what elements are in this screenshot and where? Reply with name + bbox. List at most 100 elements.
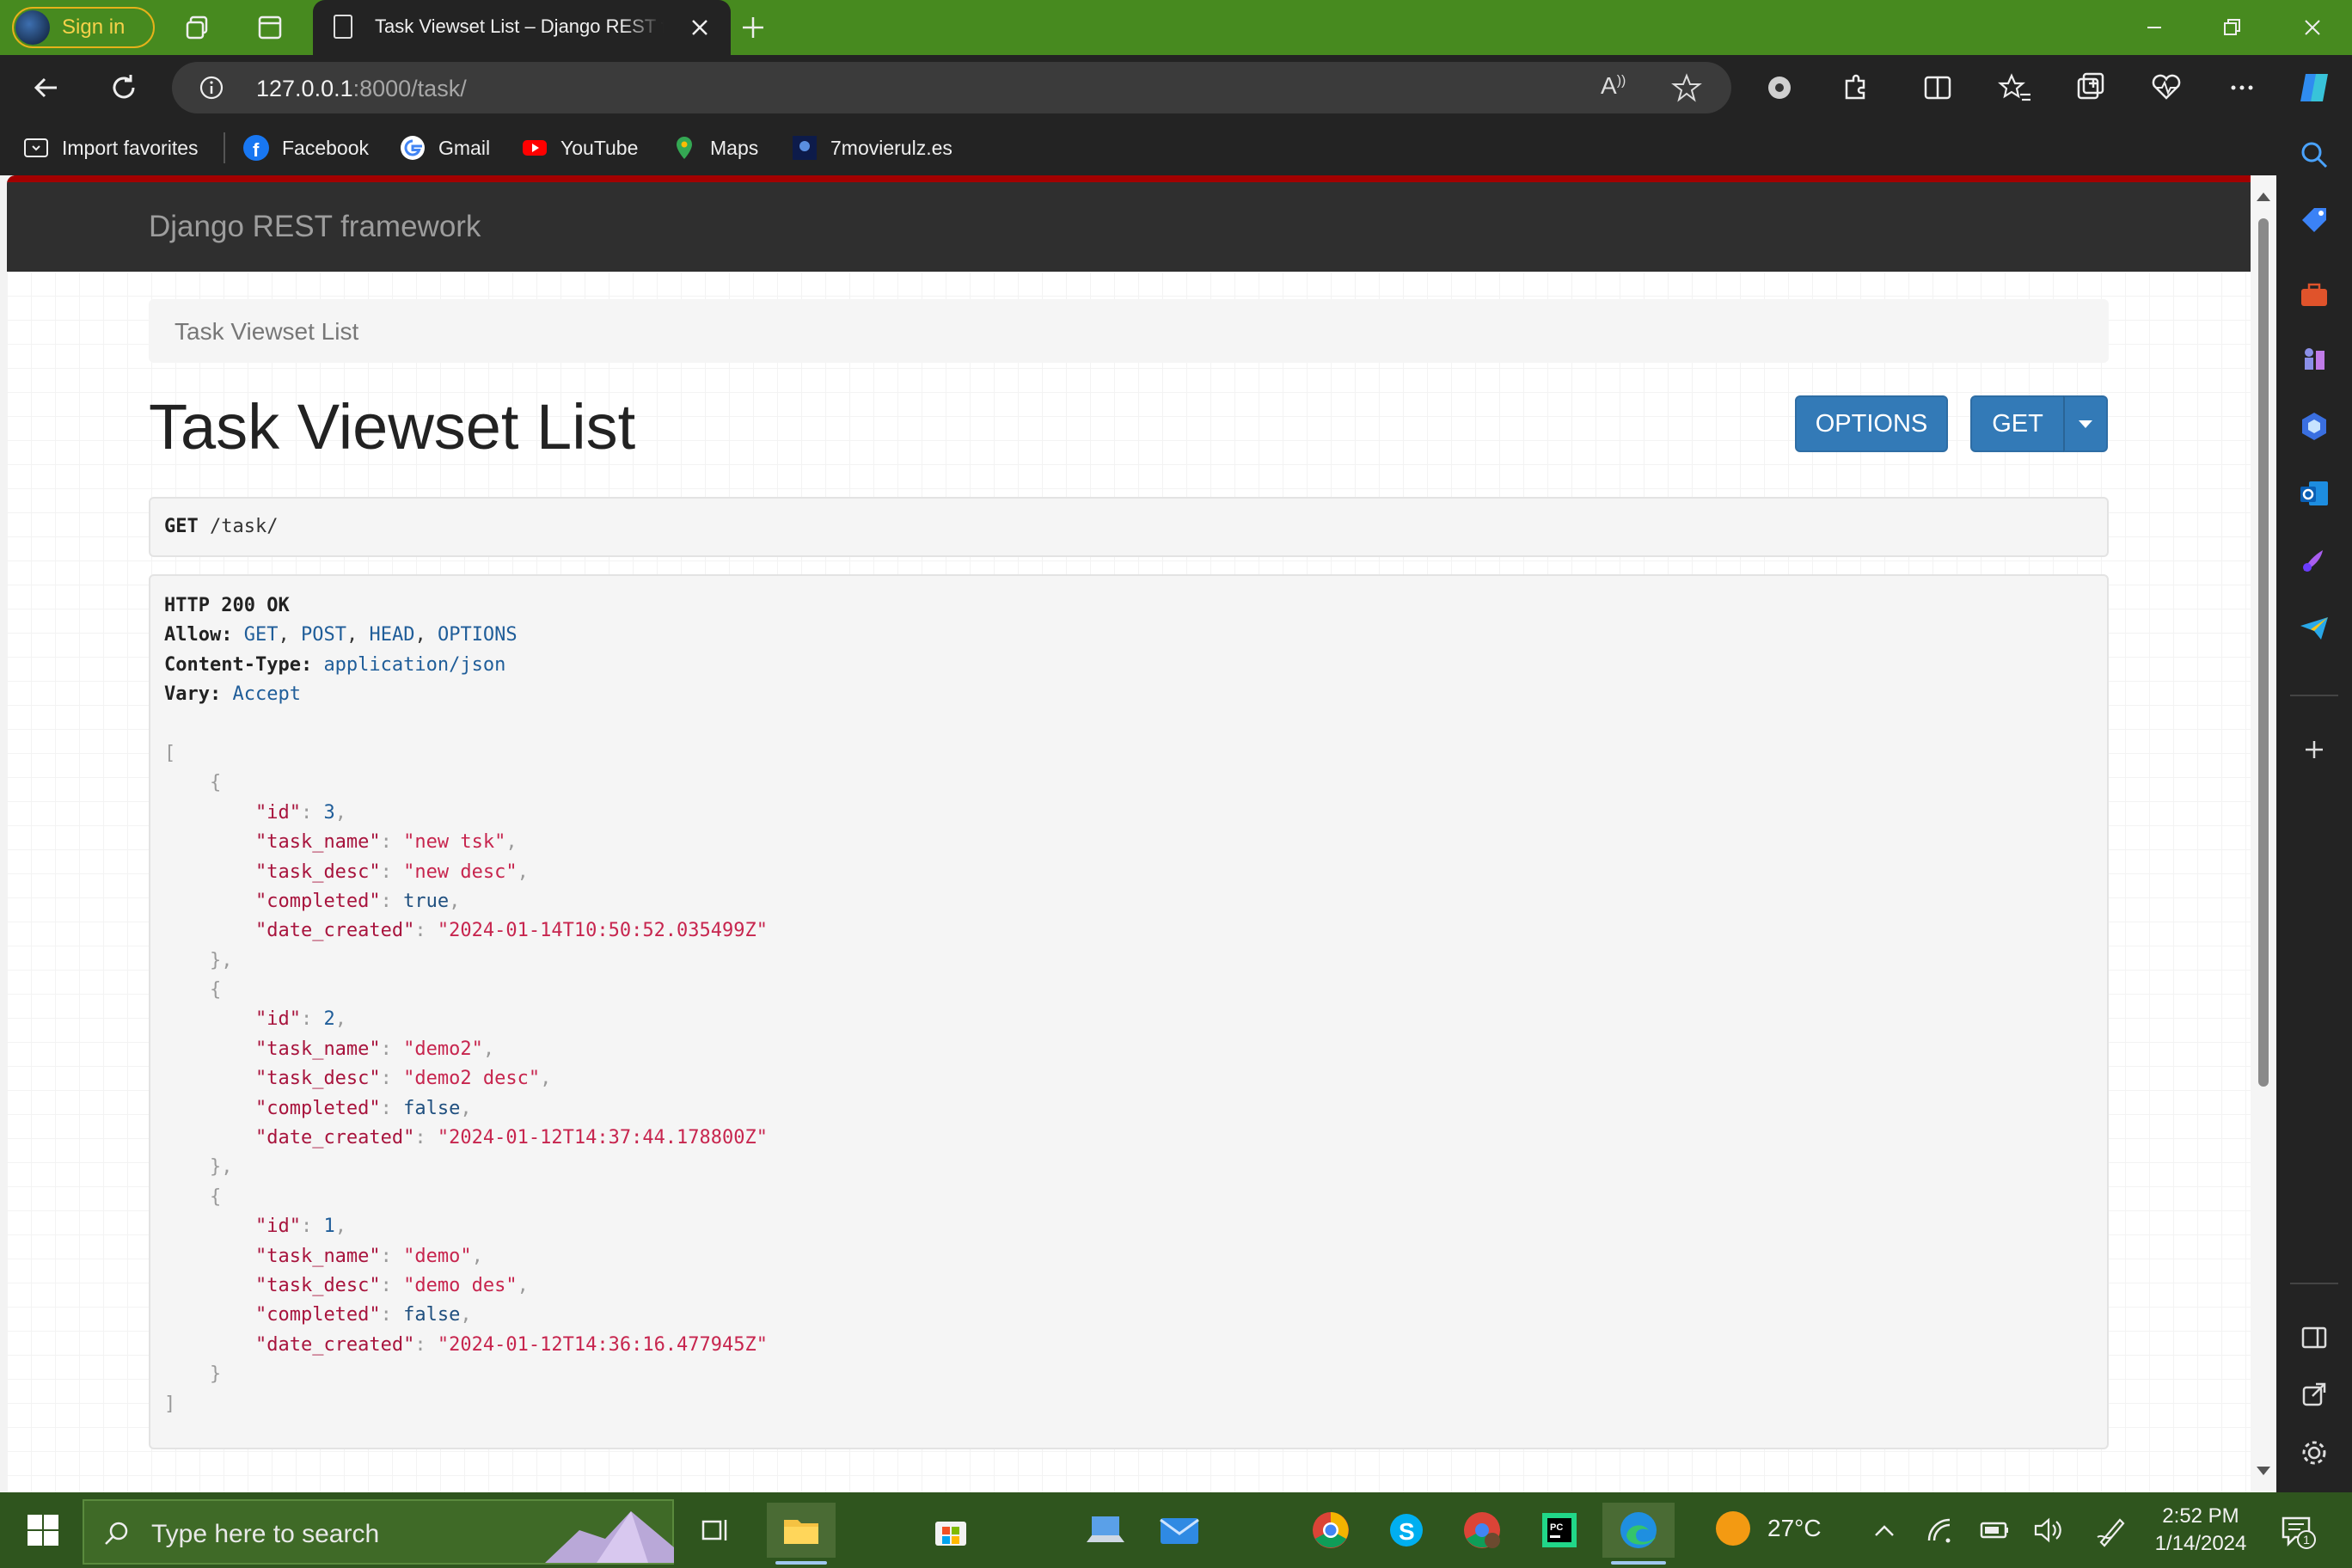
split-screen-icon[interactable] bbox=[1919, 69, 1957, 107]
more-options-icon[interactable] bbox=[2223, 69, 2261, 107]
outlook-icon[interactable] bbox=[2297, 476, 2331, 511]
json-field-task-name: "task_name": "new tsk", bbox=[254, 831, 518, 854]
windows-start-icon[interactable] bbox=[24, 1511, 62, 1549]
clock-time: 2:52 PM bbox=[2162, 1504, 2239, 1528]
back-icon[interactable] bbox=[28, 69, 65, 107]
chevron-up-icon[interactable] bbox=[1867, 1513, 1902, 1547]
restore-icon[interactable] bbox=[2214, 10, 2249, 45]
drf-brand-link[interactable]: Django REST framework bbox=[149, 210, 481, 244]
workspaces-icon[interactable] bbox=[182, 12, 213, 43]
wifi-icon[interactable] bbox=[1922, 1513, 1957, 1547]
search-icon[interactable] bbox=[2297, 138, 2331, 172]
fav-gmail[interactable]: Gmail bbox=[399, 131, 490, 165]
page-scrollbar[interactable] bbox=[2251, 175, 2276, 1492]
add-favorite-star-icon[interactable] bbox=[1671, 72, 1702, 103]
json-object-close: } bbox=[164, 1363, 222, 1386]
profile-sign-in-button[interactable]: Sign in bbox=[12, 7, 155, 48]
chrome-profile-button[interactable] bbox=[1455, 1503, 1510, 1558]
import-favorites-icon bbox=[24, 138, 48, 157]
scrollbar-thumb[interactable] bbox=[2258, 218, 2269, 1087]
edge-icon bbox=[1620, 1512, 1657, 1548]
close-tab-icon[interactable] bbox=[684, 12, 715, 43]
json-field-date-created: "date_created": "2024-01-12T14:37:44.178… bbox=[254, 1127, 769, 1149]
site-info-icon[interactable] bbox=[199, 76, 224, 100]
file-explorer-icon bbox=[784, 1520, 818, 1544]
pycharm-button[interactable]: PC bbox=[1532, 1503, 1587, 1558]
search-highlight-mountain-icon bbox=[545, 1511, 674, 1563]
volume-icon[interactable] bbox=[2030, 1513, 2065, 1547]
fav-label: YouTube bbox=[560, 136, 639, 159]
notification-center-button[interactable]: 1 bbox=[2278, 1511, 2316, 1549]
skype-icon: S bbox=[1390, 1514, 1423, 1547]
skype-button[interactable]: S bbox=[1379, 1503, 1434, 1558]
open-external-icon[interactable] bbox=[2297, 1377, 2331, 1412]
json-object-open: { bbox=[164, 979, 222, 1001]
json-object-close: }, bbox=[164, 1156, 233, 1179]
extensions-icon[interactable] bbox=[1836, 69, 1874, 107]
tools-briefcase-icon[interactable] bbox=[2297, 279, 2331, 313]
json-field-completed: "completed": false, bbox=[254, 1097, 472, 1119]
microsoft-365-icon[interactable] bbox=[2297, 409, 2331, 444]
battery-icon[interactable] bbox=[1977, 1513, 2012, 1547]
extension-tool-icon[interactable] bbox=[1761, 69, 1798, 107]
favorites-bar: Import favorites f Facebook Gmail YouTub… bbox=[0, 120, 2352, 175]
read-aloud-icon[interactable]: A)) bbox=[1601, 72, 1626, 100]
fav-facebook[interactable]: f Facebook bbox=[242, 131, 369, 165]
task-view-button[interactable] bbox=[688, 1503, 743, 1558]
send-telegram-icon[interactable] bbox=[2297, 610, 2331, 645]
chrome-icon bbox=[1313, 1512, 1349, 1548]
taskbar-search-box[interactable]: Type here to search bbox=[83, 1499, 674, 1565]
add-icon[interactable] bbox=[2297, 732, 2331, 767]
maps-icon bbox=[677, 137, 692, 159]
address-bar[interactable]: 127.0.0.1:8000/task/ A)) bbox=[172, 62, 1731, 113]
collections-icon[interactable] bbox=[2072, 69, 2110, 107]
json-field-task-name: "task_name": "demo2", bbox=[254, 1038, 495, 1060]
scroll-down-arrow-icon[interactable] bbox=[2257, 1467, 2270, 1475]
shopping-tag-icon[interactable] bbox=[2297, 203, 2331, 237]
active-tab[interactable]: Task Viewset List – Django REST framewor… bbox=[313, 0, 731, 55]
scroll-up-arrow-icon[interactable] bbox=[2257, 193, 2270, 201]
refresh-icon[interactable] bbox=[105, 69, 143, 107]
settings-gear-icon[interactable] bbox=[2297, 1436, 2331, 1470]
breadcrumb: Task Viewset List bbox=[149, 299, 2109, 363]
hide-sidebar-icon[interactable] bbox=[2297, 1320, 2331, 1355]
caret-down-icon bbox=[2079, 420, 2092, 428]
request-info: GET /task/ bbox=[149, 497, 2109, 557]
games-chess-icon[interactable] bbox=[2297, 342, 2331, 377]
new-tab-icon[interactable] bbox=[736, 10, 770, 45]
mail-button[interactable] bbox=[1152, 1503, 1207, 1558]
laptop-app-button[interactable] bbox=[1078, 1503, 1133, 1558]
fav-maps[interactable]: Maps bbox=[671, 131, 758, 165]
url-text[interactable]: 127.0.0.1:8000/task/ bbox=[256, 76, 467, 102]
designer-icon[interactable] bbox=[2297, 543, 2331, 578]
file-explorer-button[interactable] bbox=[767, 1503, 836, 1565]
fav-7movierulz[interactable]: 7movierulz.es bbox=[791, 131, 952, 165]
copilot-icon[interactable] bbox=[2294, 67, 2335, 108]
browser-toolbar: 127.0.0.1:8000/task/ A)) bbox=[0, 55, 2352, 120]
minimize-icon[interactable] bbox=[2137, 10, 2171, 45]
close-window-icon[interactable] bbox=[2295, 10, 2330, 45]
system-clock[interactable]: 2:52 PM 1/14/2024 bbox=[2141, 1503, 2261, 1558]
microsoft-store-button[interactable] bbox=[923, 1503, 978, 1558]
get-format-dropdown-button[interactable] bbox=[2063, 395, 2108, 452]
browser-essentials-heart-icon[interactable] bbox=[2147, 69, 2185, 107]
get-button[interactable]: GET bbox=[1970, 395, 2065, 452]
fav-label: Gmail bbox=[438, 136, 491, 159]
browser-title-bar: Sign in Task Viewset List – Django REST … bbox=[0, 0, 2352, 55]
tab-actions-icon[interactable] bbox=[254, 12, 285, 43]
pen-ink-icon[interactable] bbox=[2094, 1513, 2128, 1547]
fav-youtube[interactable]: YouTube bbox=[521, 131, 638, 165]
fav-import-favorites[interactable]: Import favorites bbox=[22, 131, 199, 165]
notification-count-badge: 1 bbox=[2297, 1530, 2316, 1549]
weather-widget[interactable]: 27°C bbox=[1716, 1511, 1822, 1546]
edge-sidebar bbox=[2276, 120, 2352, 1492]
breadcrumb-item[interactable]: Task Viewset List bbox=[175, 318, 358, 346]
options-button[interactable]: OPTIONS bbox=[1795, 395, 1948, 452]
favorites-icon[interactable] bbox=[1996, 69, 2034, 107]
chrome-profile-icon bbox=[1464, 1512, 1500, 1548]
json-field-date-created: "date_created": "2024-01-14T10:50:52.035… bbox=[254, 920, 769, 942]
edge-button[interactable] bbox=[1602, 1503, 1675, 1565]
pycharm-icon: PC bbox=[1542, 1513, 1577, 1547]
chrome-button[interactable] bbox=[1303, 1503, 1358, 1558]
